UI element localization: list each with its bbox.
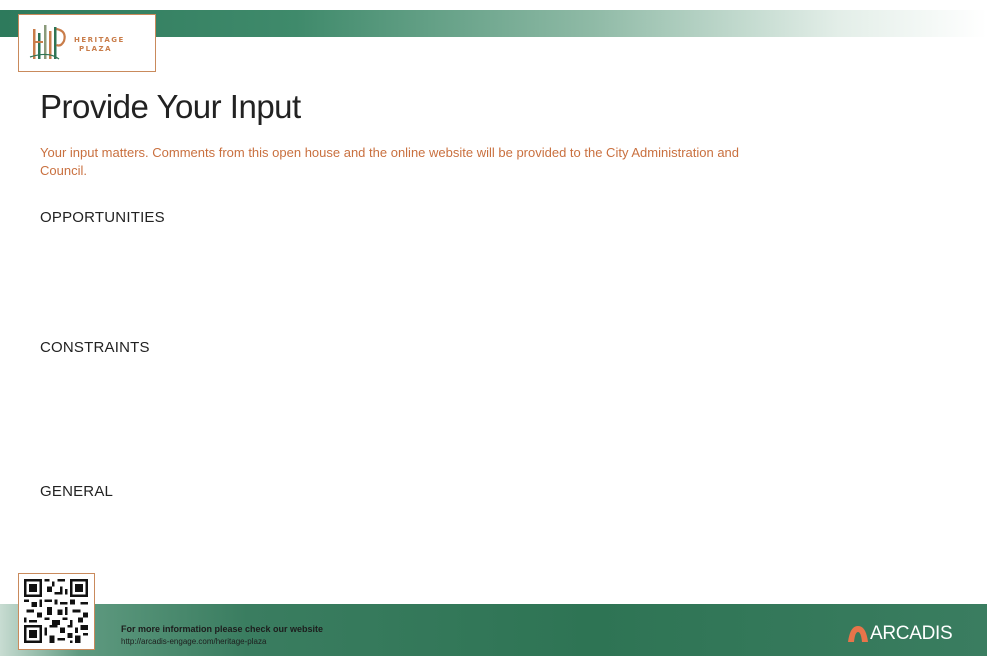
arcadis-logo-mark-icon <box>848 626 868 642</box>
heritage-plaza-logo: HERITAGE PLAZA <box>18 14 156 72</box>
logo-text-heritage: HERITAGE <box>74 36 125 44</box>
page-title: Provide Your Input <box>40 88 301 125</box>
qr-code[interactable] <box>18 573 95 650</box>
footer-website-link[interactable]: http://arcadis-engage.com/heritage-plaza <box>121 637 266 646</box>
qr-code-icon <box>24 579 88 643</box>
section-opportunities: OPPORTUNITIES <box>40 209 165 226</box>
heritage-plaza-logo-icon <box>29 25 66 60</box>
arcadis-brand-text: ARCADIS <box>870 623 953 644</box>
intro-text: Your input matters. Comments from this o… <box>40 145 740 178</box>
section-constraints: CONSTRAINTS <box>40 339 150 356</box>
footer-info-text: For more information please check our we… <box>121 624 324 634</box>
section-general: GENERAL <box>40 483 114 500</box>
logo-text-plaza: PLAZA <box>79 45 113 53</box>
